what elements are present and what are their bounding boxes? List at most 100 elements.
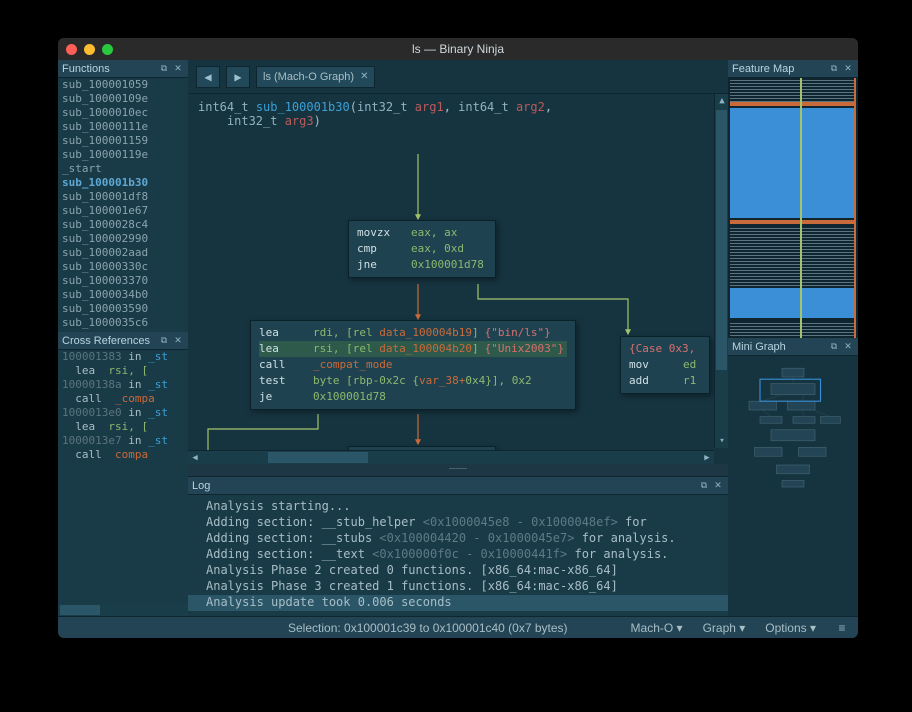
- graph-view[interactable]: int64_t sub_100001b30(int32_t arg1, int6…: [188, 94, 728, 464]
- traffic-lights: [66, 44, 113, 55]
- function-list-item[interactable]: sub_10000109e: [58, 92, 188, 106]
- options-dropdown[interactable]: Options ▾: [765, 621, 816, 635]
- format-dropdown[interactable]: Mach-O ▾: [631, 621, 683, 635]
- log-line: Adding section: __stub_helper <0x1000045…: [188, 515, 728, 531]
- log-panel-header: Log ⧉ ✕: [188, 477, 728, 495]
- tab-close-icon[interactable]: ✕: [360, 71, 368, 82]
- xrefs-list[interactable]: 100001383 in _st lea rsi, [10000138a in …: [58, 350, 188, 604]
- function-list-item[interactable]: sub_100001059: [58, 78, 188, 92]
- asm-instruction[interactable]: moved: [629, 357, 701, 373]
- function-list-item[interactable]: sub_10000330c: [58, 260, 188, 274]
- functions-panel-header: Functions ⧉ ✕: [58, 60, 188, 78]
- xref-row[interactable]: 10000138a in _st: [58, 378, 188, 392]
- asm-instruction[interactable]: {Case 0x3,: [629, 341, 701, 357]
- selection-status: Selection: 0x100001c39 to 0x100001c40 (0…: [288, 621, 568, 635]
- xref-row[interactable]: 100001383 in _st: [58, 350, 188, 364]
- scroll-left-icon[interactable]: ◀: [188, 451, 202, 464]
- function-list-item[interactable]: sub_100001df8: [58, 190, 188, 204]
- function-list-item[interactable]: sub_100001b30: [58, 176, 188, 190]
- function-list-item[interactable]: sub_10000111e: [58, 120, 188, 134]
- scroll-right-icon[interactable]: ▶: [700, 451, 714, 464]
- graph-node[interactable]: leardi, [rel data_100004b19] {"bin/ls"}l…: [250, 320, 576, 410]
- menu-icon[interactable]: ≡: [836, 622, 848, 634]
- asm-instruction[interactable]: addr1: [629, 373, 701, 389]
- asm-instruction[interactable]: je0x100001d78: [259, 389, 567, 405]
- view-dropdown[interactable]: Graph ▾: [703, 621, 746, 635]
- asm-instruction[interactable]: cmpeax, 0xd: [357, 241, 487, 257]
- nav-forward-button[interactable]: ▶: [226, 66, 250, 88]
- app-window: ls — Binary Ninja Functions ⧉ ✕ sub_1000…: [58, 38, 858, 638]
- asm-instruction[interactable]: testbyte [rbp-0x2c {var_38+0x4}], 0x2: [259, 373, 567, 389]
- ruler: ┄┄┄: [188, 464, 728, 476]
- minimize-window-button[interactable]: [84, 44, 95, 55]
- graph-hscrollbar[interactable]: ◀ ▶: [188, 450, 714, 464]
- detach-icon[interactable]: ⧉: [158, 335, 170, 347]
- xref-hscroll[interactable]: [58, 604, 188, 616]
- close-icon[interactable]: ✕: [842, 63, 854, 75]
- graph-node[interactable]: {Case 0x3,movedaddr1: [620, 336, 710, 394]
- graph-vscrollbar[interactable]: ▲ ▾: [714, 94, 728, 448]
- right-column: Feature Map ⧉ ✕ Mini Graph: [728, 60, 858, 616]
- log-line: Analysis Phase 3 created 1 functions. [x…: [188, 579, 728, 595]
- status-bar: Selection: 0x100001c39 to 0x100001c40 (0…: [58, 616, 858, 638]
- mini-graph[interactable]: [728, 356, 858, 616]
- log-line: Adding section: __text <0x100000f0c - 0x…: [188, 547, 728, 563]
- asm-instruction[interactable]: jne0x100001d78: [357, 257, 487, 273]
- asm-instruction[interactable]: movzxeax, ax: [357, 225, 487, 241]
- log-line: Analysis starting...: [188, 499, 728, 515]
- xref-row[interactable]: lea rsi, [: [58, 364, 188, 378]
- scroll-up-icon[interactable]: ▲: [715, 94, 728, 108]
- function-list-item[interactable]: sub_100001159: [58, 134, 188, 148]
- function-list-item[interactable]: sub_100002990: [58, 232, 188, 246]
- function-list-item[interactable]: _start: [58, 162, 188, 176]
- function-list-item[interactable]: sub_100002aad: [58, 246, 188, 260]
- asm-instruction[interactable]: leardi, [rel data_100004b19] {"bin/ls"}: [259, 325, 567, 341]
- close-icon[interactable]: ✕: [172, 63, 184, 75]
- feature-map[interactable]: [728, 78, 858, 338]
- xref-row[interactable]: lea rsi, [: [58, 420, 188, 434]
- scroll-down-icon[interactable]: ▾: [715, 434, 728, 448]
- function-list-item[interactable]: sub_10000119e: [58, 148, 188, 162]
- detach-icon[interactable]: ⧉: [828, 63, 840, 75]
- xref-row[interactable]: call compa: [58, 448, 188, 462]
- log-panel-title: Log: [192, 480, 210, 492]
- graph-node[interactable]: movzxeax, axcmpeax, 0xdjne0x100001d78: [348, 220, 496, 278]
- detach-icon[interactable]: ⧉: [698, 480, 710, 492]
- function-list-item[interactable]: sub_1000035c6: [58, 316, 188, 330]
- function-list-item[interactable]: sub_100001e67: [58, 204, 188, 218]
- function-list-item[interactable]: sub_100003590: [58, 302, 188, 316]
- minigraph-title: Mini Graph: [732, 341, 786, 353]
- function-list-item[interactable]: sub_1000028c4: [58, 218, 188, 232]
- xref-row[interactable]: 1000013e0 in _st: [58, 406, 188, 420]
- tab-active[interactable]: ls (Mach-O Graph) ✕: [256, 66, 375, 88]
- tab-label: ls (Mach-O Graph): [263, 71, 354, 83]
- function-list-item[interactable]: sub_1000010ec: [58, 106, 188, 120]
- feature-map-header: Feature Map ⧉ ✕: [728, 60, 858, 78]
- scroll-thumb[interactable]: [716, 110, 727, 370]
- xrefs-panel-title: Cross References: [62, 335, 150, 347]
- log-panel: Log ⧉ ✕ Analysis starting...Adding secti…: [188, 476, 728, 616]
- close-icon[interactable]: ✕: [712, 480, 724, 492]
- minigraph-header: Mini Graph ⧉ ✕: [728, 338, 858, 356]
- asm-instruction[interactable]: call_compat_mode: [259, 357, 567, 373]
- scroll-thumb[interactable]: [268, 452, 368, 463]
- zoom-window-button[interactable]: [102, 44, 113, 55]
- log-body[interactable]: Analysis starting...Adding section: __st…: [188, 495, 728, 616]
- function-list-item[interactable]: sub_100003370: [58, 274, 188, 288]
- titlebar: ls — Binary Ninja: [58, 38, 858, 60]
- detach-icon[interactable]: ⧉: [828, 341, 840, 353]
- xref-row[interactable]: 1000013e7 in _st: [58, 434, 188, 448]
- nav-back-button[interactable]: ◀: [196, 66, 220, 88]
- window-title: ls — Binary Ninja: [58, 42, 858, 56]
- detach-icon[interactable]: ⧉: [158, 63, 170, 75]
- close-icon[interactable]: ✕: [172, 335, 184, 347]
- xref-row[interactable]: call _compa: [58, 392, 188, 406]
- function-list-item[interactable]: sub_100003674: [58, 330, 188, 332]
- close-icon[interactable]: ✕: [842, 341, 854, 353]
- asm-instruction[interactable]: learsi, [rel data_100004b20] {"Unix2003"…: [259, 341, 567, 357]
- function-list-item[interactable]: sub_1000034b0: [58, 288, 188, 302]
- functions-list[interactable]: sub_100001059sub_10000109esub_1000010ecs…: [58, 78, 188, 332]
- left-column: Functions ⧉ ✕ sub_100001059sub_10000109e…: [58, 60, 188, 616]
- close-window-button[interactable]: [66, 44, 77, 55]
- log-line: Analysis update took 0.006 seconds: [188, 595, 728, 611]
